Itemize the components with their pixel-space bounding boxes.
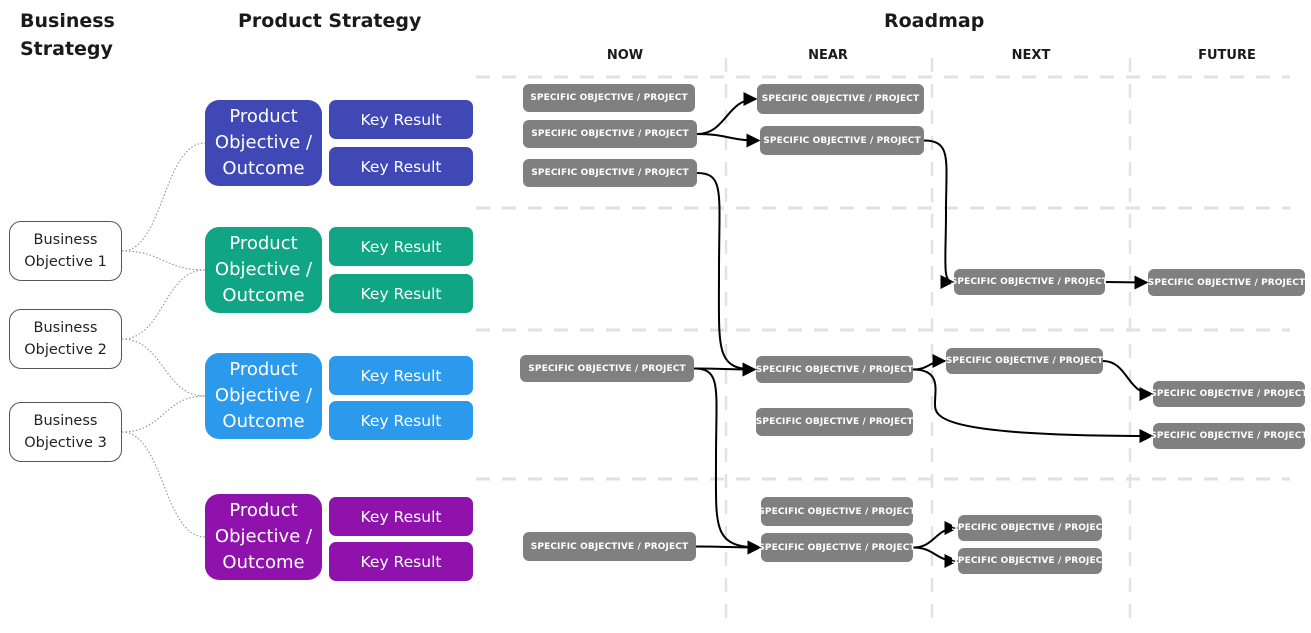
key-result[interactable]: Key Result — [329, 147, 473, 186]
business-objective-1[interactable]: Business Objective 1 — [9, 221, 122, 281]
project-card[interactable]: SPECIFIC OBJECTIVE / PROJECT — [756, 408, 913, 436]
product-objective-4[interactable]: Product Objective / Outcome — [205, 494, 322, 580]
strategy-link — [121, 269, 206, 340]
project-card[interactable]: SPECIFIC OBJECTIVE / PROJECT — [758, 533, 916, 562]
product-objective-3[interactable]: Product Objective / Outcome — [205, 353, 322, 439]
business-objective-2[interactable]: Business Objective 2 — [9, 309, 122, 369]
roadmap-heading: Roadmap — [884, 10, 985, 32]
project-card[interactable]: SPECIFIC OBJECTIVE / PROJECT — [760, 126, 924, 155]
project-card[interactable]: SPECIFIC OBJECTIVE / PROJECT — [523, 159, 697, 187]
key-result[interactable]: Key Result — [329, 497, 473, 536]
project-card[interactable]: SPECIFIC OBJECTIVE / PROJECT — [1148, 269, 1305, 296]
project-card[interactable]: SPECIFIC OBJECTIVE / PROJECT — [520, 355, 694, 382]
strategy-link — [121, 250, 206, 271]
product-objective-2[interactable]: Product Objective / Outcome — [205, 227, 322, 313]
strategy-link — [121, 338, 206, 397]
dependency-arrow — [695, 540, 762, 555]
project-card[interactable]: SPECIFIC OBJECTIVE / PROJECT — [523, 120, 697, 148]
dependency-arrow — [696, 92, 758, 135]
project-card[interactable]: SPECIFIC OBJECTIVE / PROJECT — [951, 515, 1109, 541]
dependency-arrow — [912, 354, 947, 371]
product-objective-1[interactable]: Product Objective / Outcome — [205, 100, 322, 186]
business-strategy-heading: Business Strategy — [20, 10, 115, 60]
key-result[interactable]: Key Result — [329, 227, 473, 266]
column-header-near: NEAR — [808, 48, 848, 63]
project-card[interactable]: SPECIFIC OBJECTIVE / PROJECT — [1150, 423, 1308, 449]
project-card[interactable]: SPECIFIC OBJECTIVE / PROJECT — [523, 84, 695, 112]
strategy-link — [121, 395, 206, 433]
dependency-arrow — [923, 139, 955, 289]
key-result[interactable]: Key Result — [329, 401, 473, 440]
project-card[interactable]: SPECIFIC OBJECTIVE / PROJECT — [951, 548, 1109, 574]
project-card[interactable]: SPECIFIC OBJECTIVE / PROJECT — [523, 532, 696, 561]
project-card[interactable]: SPECIFIC OBJECTIVE / PROJECT — [757, 84, 924, 114]
project-card[interactable]: SPECIFIC OBJECTIVE / PROJECT — [758, 497, 916, 526]
project-card[interactable]: SPECIFIC OBJECTIVE / PROJECT — [756, 356, 913, 383]
project-card[interactable]: SPECIFIC OBJECTIVE / PROJECT — [951, 269, 1108, 295]
key-result[interactable]: Key Result — [329, 356, 473, 395]
dependency-arrow — [696, 133, 761, 148]
strategy-link — [121, 431, 206, 538]
project-card[interactable]: SPECIFIC OBJECTIVE / PROJECT — [1150, 381, 1308, 407]
dependency-arrow — [1102, 360, 1154, 401]
business-objective-3[interactable]: Business Objective 3 — [9, 402, 122, 462]
key-result[interactable]: Key Result — [329, 100, 473, 139]
dependency-arrow — [912, 368, 1154, 443]
column-header-future: FUTURE — [1198, 48, 1256, 63]
dependency-arrow — [1104, 275, 1149, 290]
project-card[interactable]: SPECIFIC OBJECTIVE / PROJECT — [946, 348, 1103, 374]
key-result[interactable]: Key Result — [329, 274, 473, 313]
strategy-link — [121, 142, 206, 252]
strategy-links — [121, 142, 206, 538]
key-result[interactable]: Key Result — [329, 542, 473, 581]
product-strategy-heading: Product Strategy — [238, 10, 422, 32]
column-header-next: NEXT — [1011, 48, 1051, 63]
column-header-now: NOW — [606, 48, 644, 63]
